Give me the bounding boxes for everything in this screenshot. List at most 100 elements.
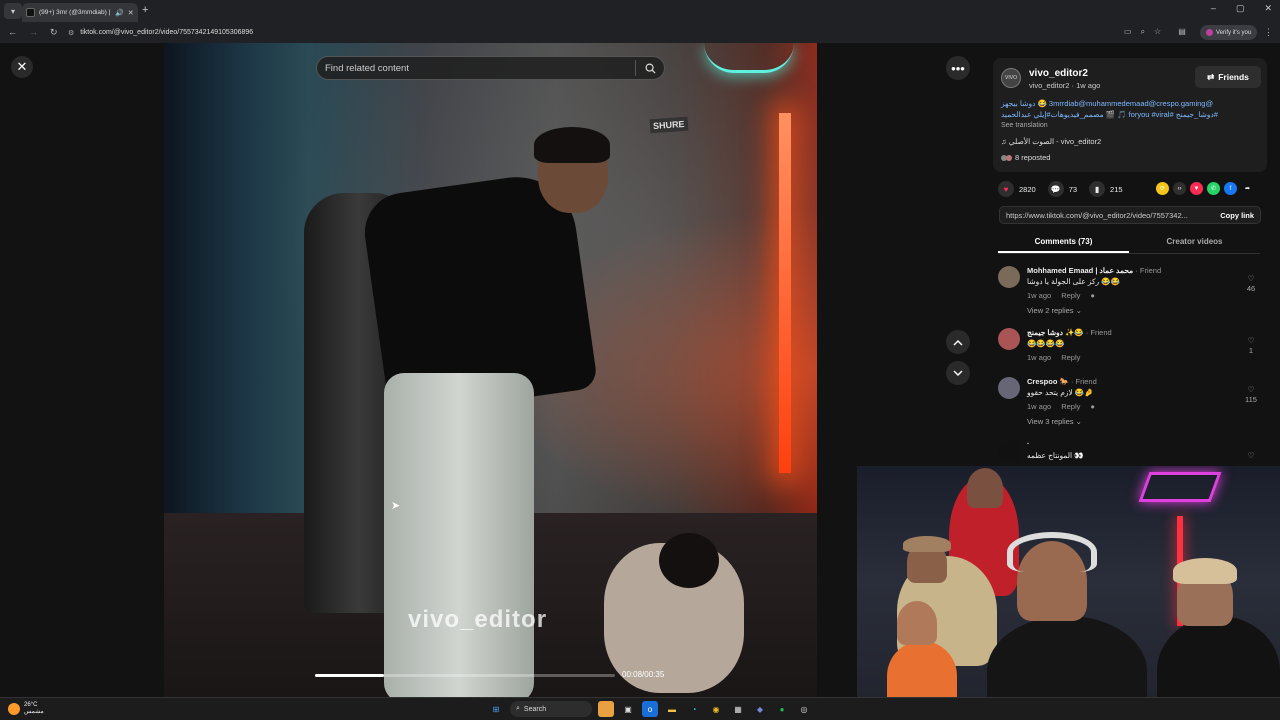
friends-label: Friends <box>1218 72 1249 82</box>
share-link-text[interactable]: https://www.tiktok.com/@vivo_editor2/vid… <box>1000 211 1214 220</box>
related-search-input[interactable] <box>317 62 635 74</box>
share-link-box: https://www.tiktok.com/@vivo_editor2/vid… <box>999 206 1261 224</box>
save-stat[interactable]: ▮ 215 <box>1089 181 1123 197</box>
minimize-button[interactable]: – <box>1211 3 1216 14</box>
comment-icon: 💬 <box>1047 181 1064 197</box>
window-controls: – ▢ ✕ <box>1211 3 1272 14</box>
floor-lamp-decor <box>779 113 791 473</box>
streamer-dark-shirt <box>1157 616 1280 697</box>
creator-avatar[interactable]: VIVO <box>1001 68 1021 88</box>
tab-comments[interactable]: Comments (73) <box>998 235 1129 253</box>
task-view-icon[interactable] <box>598 701 614 717</box>
whatsapp-icon[interactable]: ✆ <box>1207 182 1220 195</box>
taskbar-search[interactable]: ⌕ Search <box>510 701 592 717</box>
reply-button[interactable]: Reply <box>1061 402 1080 411</box>
comment-meta: 1w ago Reply ● <box>1027 291 1095 300</box>
search-icon[interactable] <box>636 63 664 74</box>
creator-liked-icon: ● <box>1090 291 1095 300</box>
back-icon[interactable]: ← <box>8 27 17 38</box>
new-tab-button[interactable]: + <box>142 4 148 16</box>
person-hair <box>534 127 610 163</box>
reposted-info[interactable]: 8 reposted <box>1001 153 1050 162</box>
cast-icon[interactable]: ▭ <box>1124 27 1132 37</box>
outlook-icon[interactable]: o <box>642 701 658 717</box>
address-bar[interactable]: ⚙ tiktok.com/@vivo_editor2/video/7557342… <box>62 25 1118 40</box>
sun-icon <box>8 703 20 715</box>
extensions-icon[interactable]: ▤ <box>1178 27 1186 37</box>
discord-icon[interactable]: ◆ <box>752 701 768 717</box>
video-progress-bar[interactable] <box>315 674 615 677</box>
window-close-button[interactable]: ✕ <box>1264 3 1272 14</box>
comment-like[interactable]: ♡ 46 <box>1242 274 1260 294</box>
comment-author[interactable]: دوشا جيمنج ✨😂 · Friend <box>1027 328 1112 337</box>
child-head <box>897 601 937 645</box>
reposted-label: 8 reposted <box>1015 153 1051 162</box>
see-translation-link[interactable]: See translation <box>1001 122 1048 129</box>
comment-author[interactable]: Mohhamed Emaad | محمد عماد · Friend <box>1027 266 1161 275</box>
file-icon[interactable]: ▣ <box>620 701 636 717</box>
windows-start-icon[interactable]: ⊞ <box>488 701 504 717</box>
share-arrow-icon[interactable]: ➦ <box>1241 182 1254 195</box>
comment-avatar[interactable] <box>998 441 1020 463</box>
folder-icon[interactable]: ▬ <box>664 701 680 717</box>
like-stat[interactable]: ♥ 2820 <box>998 181 1036 197</box>
maximize-button[interactable]: ▢ <box>1236 3 1245 14</box>
description-line-2[interactable]: #دوشا_جيمنج #foryou #viral 🎵 🎬 مصمم_فيدي… <box>1001 109 1263 120</box>
music-link[interactable]: ♫ الصوت الأصلي - vivo_editor2 <box>1001 137 1101 146</box>
comment-avatar[interactable] <box>998 266 1020 288</box>
share-buttons: ⟳ ‹› ▼ ✆ f ➦ <box>1156 182 1254 195</box>
site-info-icon[interactable]: ⚙ <box>68 29 74 37</box>
view-replies-button[interactable]: View 2 replies ⌄ <box>1027 306 1082 315</box>
related-search-box[interactable] <box>316 56 665 80</box>
creator-name[interactable]: vivo_editor2 <box>1029 68 1088 79</box>
comment-stat[interactable]: 💬 73 <box>1047 181 1077 197</box>
verify-label: Verify it's you <box>1216 29 1252 36</box>
video-player[interactable]: SHURE vivo_editor <box>164 43 817 697</box>
zoom-icon[interactable]: ⌕ <box>1141 27 1145 37</box>
browser-menu-icon[interactable]: ⋮ <box>1264 27 1273 38</box>
reply-button[interactable]: Reply <box>1061 353 1080 362</box>
chrome-icon[interactable]: ◉ <box>708 701 724 717</box>
comment-like[interactable]: ♡ 1 <box>1242 336 1260 356</box>
tiktok-favicon-icon <box>26 8 35 17</box>
embed-icon[interactable]: ‹› <box>1173 182 1186 195</box>
comment-avatar[interactable] <box>998 377 1020 399</box>
verify-profile-button[interactable]: Verify it's you <box>1200 25 1258 40</box>
obs-icon[interactable]: ◎ <box>796 701 812 717</box>
more-options-button[interactable]: ••• <box>946 56 970 80</box>
browser-tab-active[interactable]: (99+) 3mr (@3mmdiab) | Ti 🔊 ✕ <box>22 3 138 22</box>
tab-creator-videos[interactable]: Creator videos <box>1129 235 1260 253</box>
description-line-1[interactable]: @3mrrdiab@muhammedemaad@crespo.gaming 😂 … <box>1001 98 1263 109</box>
tab-search-button[interactable]: ▾ <box>4 3 22 19</box>
app-icon[interactable]: ▦ <box>730 701 746 717</box>
bookmark-star-icon[interactable]: ☆ <box>1154 27 1161 37</box>
comment-text: المونتاج عظمه 👀 <box>1027 451 1084 460</box>
view-replies-button[interactable]: View 3 replies ⌄ <box>1027 417 1082 426</box>
comment-like[interactable]: ♡ 115 <box>1242 385 1260 405</box>
friends-button[interactable]: ⇄ Friends <box>1195 66 1261 88</box>
tiktok-icon[interactable]: ▼ <box>1190 182 1203 195</box>
comment-like[interactable]: ♡ <box>1242 451 1260 461</box>
spotify-icon[interactable]: ● <box>774 701 790 717</box>
like-count: 2820 <box>1019 184 1036 194</box>
comment-author[interactable]: . <box>1027 437 1029 446</box>
repost-icon[interactable]: ⟳ <box>1156 182 1169 195</box>
reload-icon[interactable]: ↻ <box>50 27 58 38</box>
speaker-icon[interactable]: 🔊 <box>115 9 124 17</box>
previous-video-button[interactable] <box>946 330 970 354</box>
comment-meta: 1w ago Reply ● <box>1027 402 1095 411</box>
facebook-icon[interactable]: f <box>1224 182 1237 195</box>
creator-liked-icon: ● <box>1090 402 1095 411</box>
forward-icon[interactable]: → <box>29 27 38 38</box>
video-watermark: vivo_editor <box>408 606 548 633</box>
reply-button[interactable]: Reply <box>1061 291 1080 300</box>
bookmark-icon: ▮ <box>1089 181 1106 197</box>
tab-close-icon[interactable]: ✕ <box>128 9 134 17</box>
copy-link-button[interactable]: Copy link <box>1214 211 1260 220</box>
next-video-button[interactable] <box>946 361 970 385</box>
comment-avatar[interactable] <box>998 328 1020 350</box>
edge-icon[interactable]: ◔ <box>686 701 702 717</box>
weather-widget[interactable]: 26°C مشمس <box>8 702 44 716</box>
comment-author[interactable]: Crespoo 🐎 · Friend <box>1027 377 1097 386</box>
close-video-button[interactable]: ✕ <box>11 56 33 78</box>
